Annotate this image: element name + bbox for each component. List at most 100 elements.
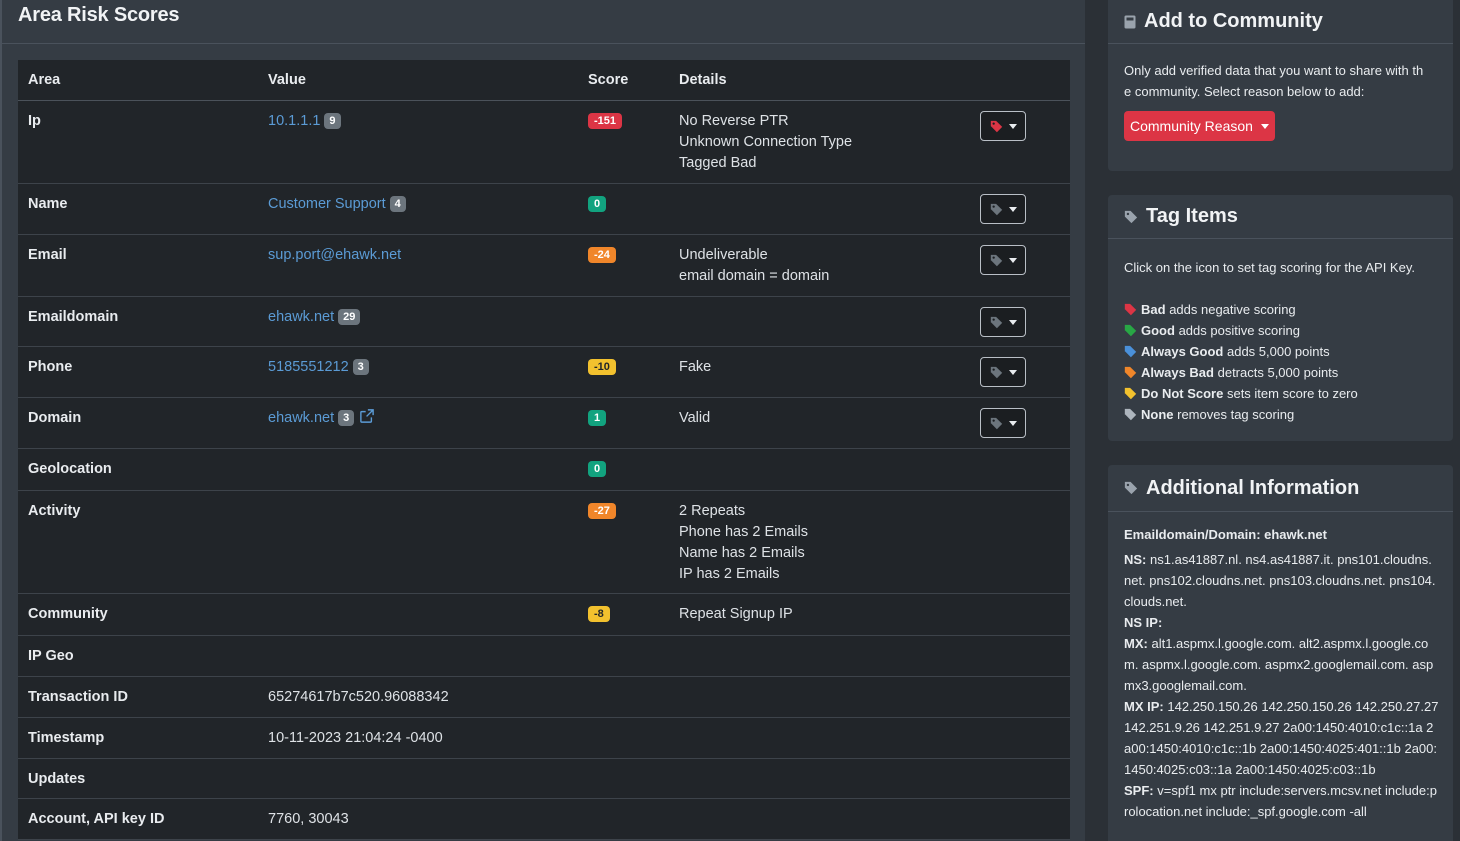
legend-desc: detracts 5,000 points — [1217, 365, 1339, 380]
domain-link[interactable]: ehawk.net — [268, 410, 334, 426]
score-badge: -24 — [588, 247, 616, 263]
tag-dropdown-button[interactable] — [980, 408, 1026, 438]
chevron-down-icon — [1008, 206, 1017, 212]
score-cell: 0 — [588, 449, 679, 490]
book-icon — [1124, 15, 1136, 28]
tag-items-body: Click on the icon to set tag scoring for… — [1108, 239, 1453, 425]
score-cell: -24 — [588, 235, 679, 296]
tag-blue-icon — [1124, 345, 1137, 358]
mx-ip-value: 142.250.150.26 142.250.150.26 142.250.27… — [1124, 699, 1439, 777]
legend-none: None removes tag scoring — [1124, 404, 1437, 425]
risk-table: Area Value Score Details Ip 10.1.1.1 9 -1… — [18, 60, 1070, 840]
detail-line: Phone has 2 Emails — [679, 524, 808, 540]
table-row-geolocation: Geolocation 0 — [18, 449, 1070, 491]
area-label: Activity — [28, 503, 81, 519]
score-cell — [588, 297, 679, 346]
score-cell: -8 — [588, 594, 679, 635]
email-link[interactable]: sup.port@ehawk.net — [268, 247, 401, 263]
tag-icon — [990, 120, 1002, 132]
name-link[interactable]: Customer Support — [268, 196, 386, 212]
spf-label: SPF: — [1124, 783, 1154, 798]
tag-red-icon — [1124, 303, 1137, 316]
tag-dropdown-button[interactable] — [980, 245, 1026, 275]
table-row-community: Community -8 Repeat Signup IP — [18, 594, 1070, 636]
tag-items-panel: Tag Items Click on the icon to set tag s… — [1108, 195, 1453, 441]
area-label: Domain — [28, 410, 82, 426]
table-row-domain: Domain ehawk.net 3 1 Valid — [18, 398, 1070, 449]
score-cell: -151 — [588, 101, 679, 183]
table-row-phone: Phone 5185551212 3 -10 Fake — [18, 347, 1070, 398]
table-row-name: Name Customer Support 4 0 — [18, 184, 1070, 235]
value-cell: ehawk.net 3 — [268, 398, 588, 448]
community-reason-button[interactable]: Community Reason — [1124, 111, 1275, 141]
tag-items-header: Tag Items — [1108, 195, 1453, 239]
emaildomain-link[interactable]: ehawk.net — [268, 309, 334, 325]
area-label: Transaction ID — [28, 689, 128, 705]
spf-value: v=spf1 mx ptr include:servers.mcsv.net i… — [1124, 783, 1437, 819]
community-title: Add to Community — [1144, 10, 1323, 32]
tag-orange-icon — [1124, 366, 1137, 379]
table-row-updates: Updates — [18, 759, 1070, 799]
tag-dropdown-button[interactable] — [980, 194, 1026, 224]
tag-icon — [1124, 210, 1138, 223]
chevron-down-icon — [1008, 123, 1017, 129]
tag-green-icon — [1124, 324, 1137, 337]
value-cell: 5185551212 3 — [268, 347, 588, 397]
table-header: Area Value Score Details — [18, 60, 1070, 101]
chevron-down-icon — [1260, 123, 1269, 129]
area-label: IP Geo — [28, 648, 74, 664]
area-label: Timestamp — [28, 730, 105, 746]
table-row-activity: Activity -27 2 Repeats Phone has 2 Email… — [18, 491, 1070, 594]
score-cell: -27 — [588, 491, 679, 593]
tag-yellow-icon — [1124, 387, 1137, 400]
phone-link[interactable]: 5185551212 — [268, 359, 349, 375]
area-risk-scores-panel: Area Risk Scores Area Value Score Detail… — [0, 0, 1085, 841]
legend-label: Bad — [1141, 302, 1166, 317]
tag-items-title: Tag Items — [1146, 205, 1238, 227]
value-cell — [268, 594, 588, 635]
tag-dropdown-button[interactable] — [980, 357, 1026, 387]
community-text: e community. Select reason below to add: — [1124, 84, 1365, 99]
col-value: Value — [268, 72, 306, 88]
add-to-community-panel: Add to Community Only add verified data … — [1108, 0, 1453, 171]
timestamp-value: 10-11-2023 21:04:24 -0400 — [268, 730, 443, 746]
detail-line: Tagged Bad — [679, 155, 757, 171]
tag-items-intro: Click on the icon to set tag scoring for… — [1124, 260, 1415, 275]
legend-label: Always Bad — [1141, 365, 1214, 380]
ns-value: ns1.as41887.nl. ns4.as41887.it. pns101.c… — [1124, 552, 1436, 609]
table-row-timestamp: Timestamp 10-11-2023 21:04:24 -0400 — [18, 718, 1070, 759]
tag-dropdown-button[interactable] — [980, 307, 1026, 337]
ip-link[interactable]: 10.1.1.1 — [268, 113, 320, 129]
score-cell: -10 — [588, 347, 679, 397]
account-value: 7760, 30043 — [268, 811, 349, 827]
legend-do-not-score: Do Not Score sets item score to zero — [1124, 383, 1437, 404]
area-label: Phone — [28, 359, 73, 375]
additional-info-title: Additional Information — [1146, 476, 1360, 499]
value-cell: 10.1.1.1 9 — [268, 101, 588, 183]
external-link-icon[interactable] — [360, 409, 375, 423]
detail-line: 2 Repeats — [679, 503, 746, 519]
col-score: Score — [588, 72, 629, 88]
detail-line: IP has 2 Emails — [679, 566, 780, 582]
legend-desc: adds negative scoring — [1169, 302, 1296, 317]
chevron-down-icon — [1008, 369, 1017, 375]
mx-label: MX: — [1124, 636, 1148, 651]
area-label: Emaildomain — [28, 309, 119, 325]
ns-label: NS: — [1124, 552, 1147, 567]
legend-desc: sets item score to zero — [1226, 386, 1358, 401]
score-badge: 1 — [588, 410, 607, 426]
community-text: Only add verified data that you want to … — [1124, 63, 1424, 78]
value-cell: ehawk.net 29 — [268, 297, 588, 346]
value-cell — [268, 449, 588, 490]
community-body: Only add verified data that you want to … — [1108, 44, 1453, 141]
tag-dropdown-button[interactable] — [980, 111, 1026, 141]
area-label: Ip — [28, 113, 41, 129]
chevron-down-icon — [1008, 319, 1017, 325]
count-badge: 29 — [338, 309, 361, 325]
legend-always-bad: Always Bad detracts 5,000 points — [1124, 362, 1437, 383]
count-badge: 3 — [338, 410, 355, 426]
score-badge: -8 — [588, 606, 610, 622]
tag-gray-icon — [1124, 408, 1137, 421]
additional-info-body: Emaildomain/Domain: ehawk.net NS: ns1.as… — [1108, 512, 1453, 822]
tag-icon — [990, 417, 1002, 429]
